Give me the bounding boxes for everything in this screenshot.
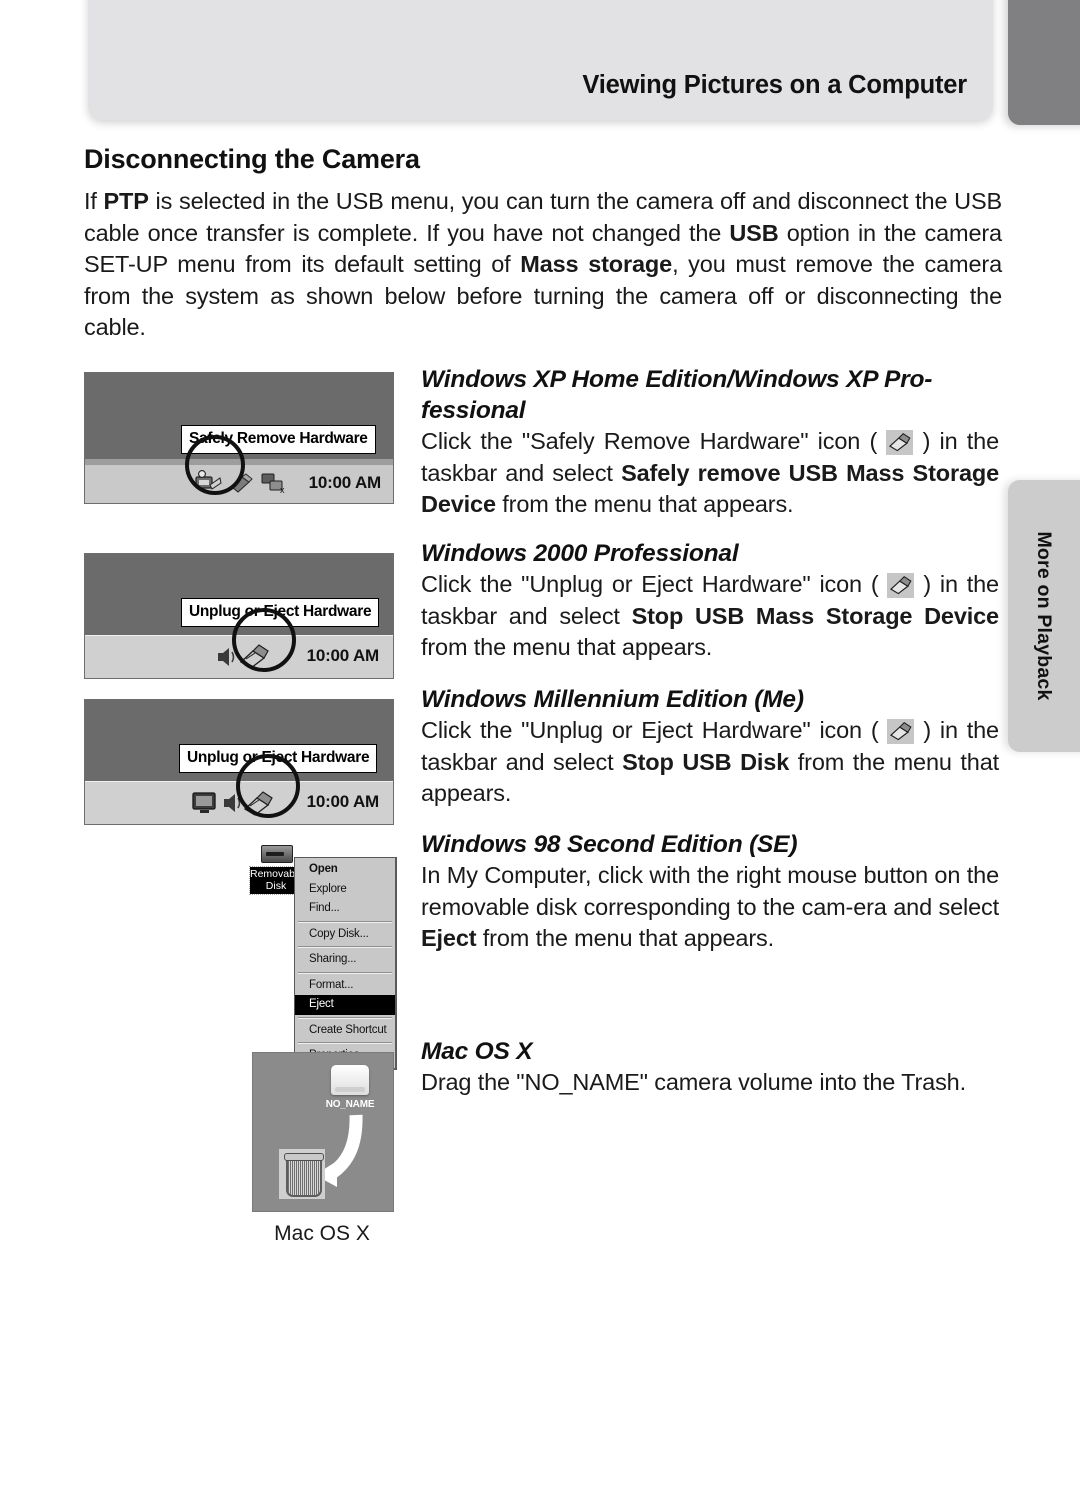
- context-menu-item[interactable]: Find...: [295, 899, 395, 919]
- context-menu: Open Explore Find... Copy Disk... Sharing...…: [294, 857, 397, 1070]
- os-body-mac: Drag the "NO_NAME" camera volume into th…: [421, 1069, 966, 1095]
- unplug-or-eject-hardware-icon: [887, 573, 915, 598]
- context-menu-separator: [298, 1016, 392, 1019]
- os-heading-w98: Windows 98 Second Edition (SE): [421, 831, 798, 858]
- figure-w98-context-menu: Removable Disk Open Explore Find... Copy Di…: [248, 845, 397, 1070]
- callout-ring: [185, 435, 245, 495]
- os-section-mac: Mac OS X Drag the "NO_NAME" camera volum…: [421, 1036, 999, 1099]
- context-menu-item[interactable]: Create Shortcut: [295, 1021, 395, 1041]
- intro-paragraph: If PTP is selected in the USB menu, you …: [84, 188, 1003, 340]
- figure-caption-mac: Mac OS X: [274, 1222, 370, 1245]
- os-heading-xp: Windows XP Home Edition/Windows XP Pro-f…: [421, 366, 933, 424]
- context-menu-item[interactable]: Format...: [295, 976, 395, 996]
- os-section-w2k: Windows 2000 Professional Click the "Unp…: [421, 538, 999, 664]
- removable-disk-icon: [261, 845, 293, 863]
- callout-ring: [236, 754, 300, 818]
- chapter-tab-more-on-playback: More on Playback: [1008, 480, 1080, 752]
- safely-remove-hardware-icon: [886, 430, 914, 455]
- os-heading-me: Windows Millennium Edition (Me): [421, 686, 804, 713]
- context-menu-separator: [298, 920, 392, 923]
- callout-ring: [232, 608, 296, 672]
- monitor-icon: [192, 792, 216, 813]
- context-menu-item[interactable]: Explore: [295, 880, 395, 900]
- context-menu-separator: [298, 946, 392, 948]
- chapter-tab-top: [1008, 0, 1080, 125]
- os-section-me: Windows Millennium Edition (Me) Click th…: [421, 684, 999, 810]
- os-heading-w2k: Windows 2000 Professional: [421, 540, 739, 567]
- context-menu-separator: [298, 971, 392, 974]
- os-heading-mac: Mac OS X: [421, 1038, 533, 1065]
- w2k-clock: 10:00 AM: [306, 646, 380, 665]
- context-menu-separator: [298, 1042, 392, 1044]
- page-header-band: Viewing Pictures on a Computer: [88, 0, 993, 120]
- context-menu-item[interactable]: Eject: [295, 995, 395, 1015]
- chapter-tab-label: More on Playback: [1033, 531, 1055, 701]
- figure-mac-desktop: NO_NAME: [252, 1052, 394, 1212]
- os-section-w98: Windows 98 Second Edition (SE) In My Com…: [421, 829, 999, 955]
- os-body-xp: Click the "Safely Remove Hardware" icon …: [421, 428, 999, 517]
- os-body-w2k: Click the "Unplug or Eject Hardware" ico…: [421, 571, 999, 660]
- page-header-title: Viewing Pictures on a Computer: [582, 71, 967, 99]
- context-menu-item[interactable]: Sharing...: [295, 950, 395, 970]
- xp-clock: 10:00 AM: [308, 473, 382, 492]
- svg-text:x: x: [280, 485, 285, 495]
- network-icon: x: [261, 473, 285, 495]
- figure-w2k-taskbar: Unplug or Eject Hardware 10:00 AM: [84, 553, 394, 679]
- section-title: Disconnecting the Camera: [84, 144, 420, 174]
- context-menu-item[interactable]: Copy Disk...: [295, 925, 395, 945]
- me-clock: 10:00 AM: [306, 792, 380, 811]
- os-body-w98: In My Computer, click with the right mou…: [421, 862, 999, 951]
- os-body-me: Click the "Unplug or Eject Hardware" ico…: [421, 717, 1000, 806]
- trash-icon: [279, 1149, 325, 1199]
- os-section-xp: Windows XP Home Edition/Windows XP Pro-f…: [421, 364, 999, 521]
- context-menu-item[interactable]: Open: [295, 860, 395, 880]
- unplug-or-eject-hardware-icon: [887, 719, 915, 744]
- figure-me-taskbar: Unplug or Eject Hardware 10:00 AM: [84, 699, 394, 825]
- figure-xp-taskbar: x Safely Remove Hardware 10:00 AM: [84, 372, 394, 504]
